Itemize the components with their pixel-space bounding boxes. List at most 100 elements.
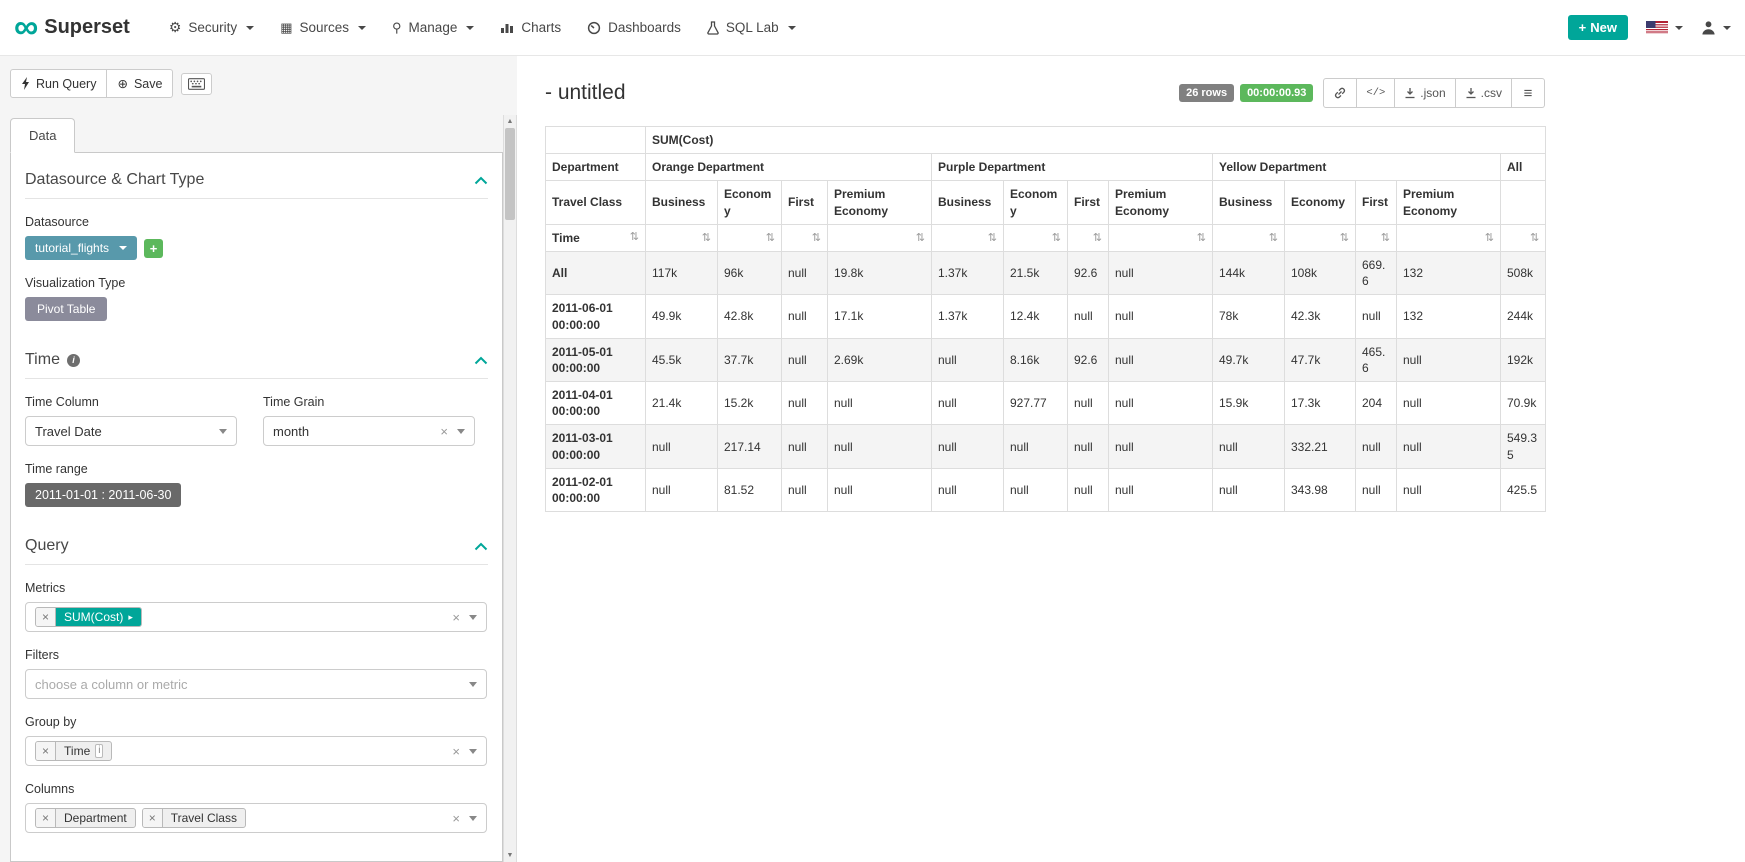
value-cell: 42.8k: [718, 295, 782, 338]
value-cell: null: [1068, 425, 1109, 468]
table-row: All117k96knull19.8k1.37k21.5k92.6null144…: [546, 251, 1546, 294]
filters-select[interactable]: choose a column or metric: [25, 669, 487, 699]
edit-datasource-button[interactable]: +: [144, 239, 163, 258]
columns-select[interactable]: ×Department×Travel Class ×: [25, 803, 487, 833]
section-header-time[interactable]: Time i: [25, 351, 488, 379]
brand-name: Superset: [44, 16, 130, 39]
clear-icon[interactable]: ×: [452, 610, 460, 625]
export-csv-button[interactable]: .csv: [1456, 78, 1512, 108]
clear-icon[interactable]: ×: [452, 744, 460, 759]
sort-icon[interactable]: ⇅: [1530, 231, 1539, 245]
datasource-button[interactable]: tutorial_flights: [25, 236, 137, 260]
value-cell: null: [932, 425, 1004, 468]
user-menu[interactable]: [1701, 20, 1731, 35]
sort-icon[interactable]: ⇅: [1485, 231, 1494, 245]
chevron-down-icon: [469, 816, 477, 821]
sort-icon[interactable]: ⇅: [766, 231, 775, 245]
sort-icon[interactable]: ⇅: [1052, 231, 1061, 245]
column-sort-header[interactable]: ⇅: [1501, 224, 1546, 251]
sort-icon[interactable]: ⇅: [988, 231, 997, 245]
column-sort-header[interactable]: ⇅: [1285, 224, 1356, 251]
time-column-select[interactable]: Travel Date: [25, 416, 237, 446]
scrollbar-thumb[interactable]: [505, 128, 515, 220]
export-json-button[interactable]: .json: [1395, 78, 1455, 108]
nav-item-charts[interactable]: Charts: [487, 10, 574, 45]
sort-icon[interactable]: ⇅: [1197, 231, 1206, 245]
sort-icon[interactable]: ⇅: [1340, 231, 1349, 245]
group-by-select[interactable]: ×Timei ×: [25, 736, 487, 766]
panel-scrollbar[interactable]: ▲ ▼: [503, 115, 517, 862]
column-sort-header[interactable]: ⇅: [1397, 224, 1501, 251]
sort-icon[interactable]: ⇅: [916, 231, 925, 245]
time-range-button[interactable]: 2011-01-01 : 2011-06-30: [25, 483, 181, 507]
chevron-down-icon: [219, 429, 227, 434]
column-sort-header[interactable]: ⇅: [828, 224, 932, 251]
column-sort-header[interactable]: ⇅: [1109, 224, 1213, 251]
token-label: Department: [56, 809, 135, 827]
column-sort-header[interactable]: ⇅: [1068, 224, 1109, 251]
nav-item-manage[interactable]: ⚲Manage: [379, 10, 487, 46]
shortcuts-button[interactable]: [181, 73, 212, 95]
column-sort-header[interactable]: ⇅: [1356, 224, 1397, 251]
value-cell: 37.7k: [718, 338, 782, 381]
value-cell: null: [1004, 468, 1068, 511]
column-sort-header[interactable]: ⇅: [1213, 224, 1285, 251]
clear-icon[interactable]: ×: [440, 424, 448, 439]
nav-item-sql-lab[interactable]: SQL Lab: [694, 10, 809, 45]
tab-data[interactable]: Data: [10, 118, 75, 153]
sort-icon[interactable]: ⇅: [812, 231, 821, 245]
column-sort-header[interactable]: ⇅: [782, 224, 828, 251]
sort-icon[interactable]: ⇅: [1381, 231, 1390, 245]
sort-icon[interactable]: ⇅: [630, 230, 639, 244]
remove-metric-icon[interactable]: ×: [36, 608, 56, 626]
field-token[interactable]: ×Department: [35, 808, 136, 828]
section-header-query[interactable]: Query: [25, 537, 488, 565]
remove-token-icon[interactable]: ×: [143, 809, 163, 827]
section-header-datasource[interactable]: Datasource & Chart Type: [25, 171, 488, 199]
superset-logo[interactable]: ∞ Superset: [14, 14, 130, 41]
chevron-down-icon: [469, 615, 477, 620]
time-sort-header[interactable]: Time⇅: [546, 224, 646, 251]
nav-item-security[interactable]: ⚙Security: [156, 9, 267, 46]
plus-icon: +: [1579, 20, 1587, 35]
column-sort-header[interactable]: ⇅: [718, 224, 782, 251]
value-cell: 42.3k: [1285, 295, 1356, 338]
remove-token-icon[interactable]: ×: [36, 742, 56, 760]
main-layout: Run Query ⊕ Save Data Dat: [0, 56, 1745, 862]
chevron-down-icon: [358, 26, 366, 30]
nav-item-label: Manage: [409, 20, 458, 35]
column-sort-header[interactable]: ⇅: [1004, 224, 1068, 251]
travel-class-header: First: [1068, 181, 1109, 224]
remove-token-icon[interactable]: ×: [36, 809, 56, 827]
chart-menu-button[interactable]: ≡: [1512, 78, 1545, 108]
embed-code-button[interactable]: </>: [1357, 78, 1395, 108]
share-link-button[interactable]: [1323, 78, 1357, 108]
metrics-select[interactable]: × SUM(Cost)▸ ×: [25, 602, 487, 632]
nav-item-sources[interactable]: ▦Sources: [267, 10, 379, 46]
sort-icon[interactable]: ⇅: [1093, 231, 1102, 245]
sort-icon[interactable]: ⇅: [1269, 231, 1278, 245]
run-query-button[interactable]: Run Query: [10, 69, 107, 98]
travel-class-header: Economy: [1004, 181, 1068, 224]
sort-icon[interactable]: ⇅: [702, 231, 711, 245]
nav-item-dashboards[interactable]: Dashboards: [574, 10, 694, 45]
metric-token[interactable]: × SUM(Cost)▸: [35, 607, 142, 627]
column-sort-header[interactable]: ⇅: [932, 224, 1004, 251]
clear-icon[interactable]: ×: [452, 811, 460, 826]
field-token[interactable]: ×Timei: [35, 741, 112, 761]
table-row: 2011-03-01 00:00:00null217.14nullnullnul…: [546, 425, 1546, 468]
language-menu[interactable]: [1646, 21, 1683, 34]
row-label: 2011-02-01 00:00:00: [546, 468, 646, 511]
section-time: Time i Time Column Travel Date: [25, 351, 488, 507]
visualization-type-button[interactable]: Pivot Table: [25, 297, 107, 321]
new-button[interactable]: + New: [1568, 15, 1628, 40]
field-token[interactable]: ×Travel Class: [142, 808, 246, 828]
row-label: 2011-04-01 00:00:00: [546, 382, 646, 425]
time-grain-select[interactable]: month ×: [263, 416, 475, 446]
value-cell: null: [782, 338, 828, 381]
scrollbar-down-arrow[interactable]: ▼: [504, 849, 516, 862]
travel-class-header: [1501, 181, 1546, 224]
column-sort-header[interactable]: ⇅: [646, 224, 718, 251]
save-button[interactable]: ⊕ Save: [107, 69, 173, 98]
scrollbar-up-arrow[interactable]: ▲: [504, 115, 516, 128]
